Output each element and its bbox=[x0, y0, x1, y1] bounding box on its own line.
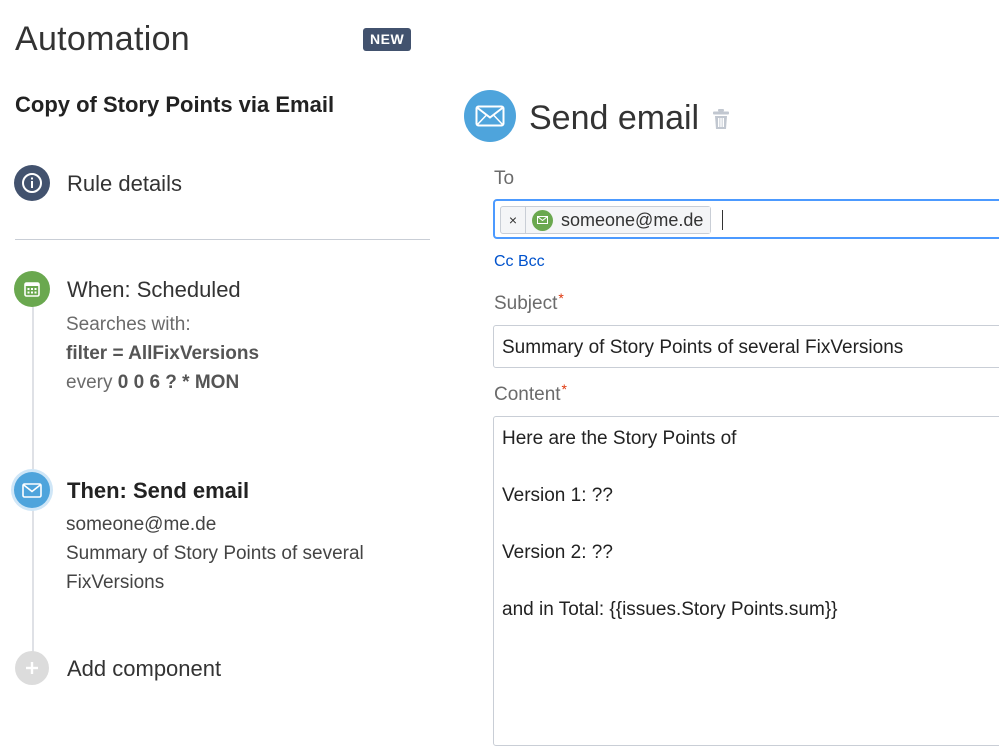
action-subject-line-1: Summary of Story Points of several bbox=[66, 543, 364, 564]
content-label: Content* bbox=[494, 381, 567, 406]
remove-recipient-button[interactable]: × bbox=[501, 207, 526, 233]
content-textarea[interactable]: Here are the Story Points of Version 1: … bbox=[493, 416, 999, 746]
required-marker: * bbox=[561, 381, 567, 397]
recipient-chip-body: someone@me.de bbox=[526, 207, 711, 233]
envelope-icon bbox=[464, 90, 516, 142]
trash-icon[interactable] bbox=[712, 108, 730, 135]
envelope-icon[interactable] bbox=[14, 472, 50, 508]
content-line: Version 1: ?? bbox=[502, 485, 613, 506]
subject-label: Subject* bbox=[494, 290, 564, 315]
calendar-icon[interactable] bbox=[14, 271, 50, 307]
trigger-cron: 0 0 6 ? * MON bbox=[117, 372, 240, 393]
rule-details-link[interactable]: Rule details bbox=[67, 171, 182, 197]
recipient-chip[interactable]: × someone@me.de bbox=[500, 206, 712, 234]
trigger-schedule: every 0 0 6 ? * MON bbox=[66, 372, 239, 394]
action-title[interactable]: Then: Send email bbox=[67, 478, 249, 504]
content-label-text: Content bbox=[494, 384, 561, 405]
trigger-filter-value: filter = AllFixVersions bbox=[66, 343, 260, 364]
action-subject-line-2: FixVersions bbox=[66, 572, 165, 593]
action-recipient: someone@me.de bbox=[66, 514, 217, 535]
text-cursor bbox=[722, 210, 723, 230]
content-line: Version 2: ?? bbox=[502, 542, 613, 563]
trigger-title[interactable]: When: Scheduled bbox=[67, 277, 241, 303]
page-title: Automation bbox=[15, 20, 190, 58]
to-label: To bbox=[494, 168, 515, 189]
subject-value: Summary of Story Points of several FixVe… bbox=[502, 337, 904, 358]
add-component-button[interactable]: Add component bbox=[67, 656, 221, 682]
content-line: and in Total: {{issues.Story Points.sum}… bbox=[502, 599, 838, 620]
plus-icon[interactable] bbox=[15, 651, 49, 685]
content-line: Here are the Story Points of bbox=[502, 428, 737, 449]
trigger-every-label: every bbox=[66, 372, 113, 393]
info-icon[interactable] bbox=[14, 165, 50, 201]
to-field[interactable]: × someone@me.de bbox=[493, 199, 999, 239]
rule-name: Copy of Story Points via Email bbox=[15, 92, 335, 117]
required-marker: * bbox=[558, 290, 564, 306]
new-badge: NEW bbox=[363, 28, 412, 51]
subject-input[interactable]: Summary of Story Points of several FixVe… bbox=[493, 325, 999, 368]
envelope-icon bbox=[532, 209, 553, 231]
trigger-searches-label: Searches with: bbox=[66, 314, 191, 335]
trigger-filter: filter = AllFixVersions bbox=[66, 343, 259, 365]
divider bbox=[15, 239, 430, 240]
cc-bcc-link[interactable]: Cc Bcc bbox=[494, 253, 545, 271]
subject-label-text: Subject bbox=[494, 293, 558, 314]
recipient-email: someone@me.de bbox=[561, 209, 704, 230]
panel-title: Send email bbox=[529, 99, 700, 137]
